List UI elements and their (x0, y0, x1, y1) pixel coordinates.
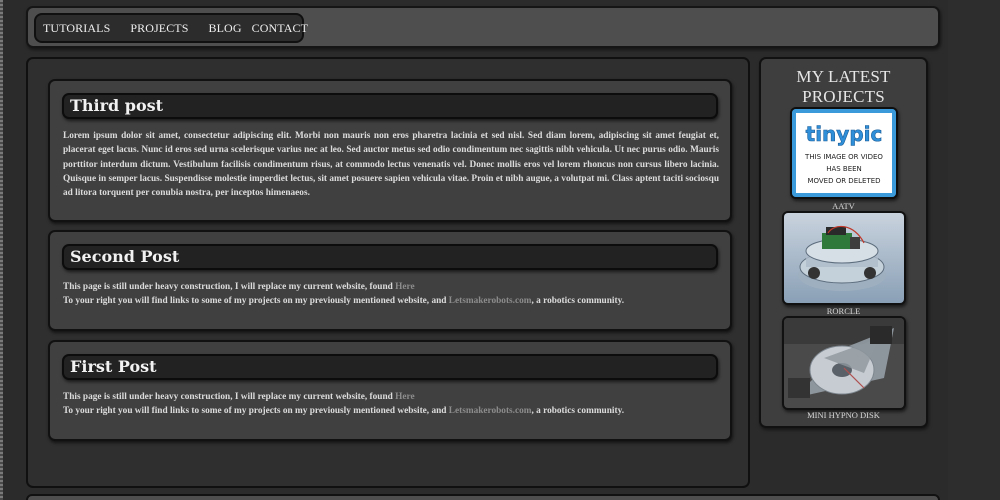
sidebar-title-line: MY LATEST (796, 67, 891, 86)
projects-sidebar: MY LATEST PROJECTS tinypic THIS IMAGE OR… (759, 57, 928, 428)
post-body: This page is still under heavy construct… (63, 280, 719, 309)
here-link[interactable]: Here (395, 282, 414, 292)
placeholder-text: MOVED OR DELETED (807, 177, 880, 185)
project-caption: MINI HYPNO DISK (807, 410, 880, 420)
post-body: Lorem ipsum dolor sit amet, consectetur … (63, 131, 719, 199)
post-title: Third post (62, 93, 718, 119)
main-nav: TUTORIALS PROJECTS BLOG CONTACT (34, 13, 308, 43)
header-bar: TUTORIALS PROJECTS BLOG CONTACT (26, 6, 940, 48)
post-text: To your right you will find links to som… (63, 406, 447, 417)
project-thumbnail-rorcle[interactable] (782, 211, 906, 305)
nav-blog-link[interactable]: BLOG (209, 21, 242, 36)
post-text: , a robotics community. (531, 406, 625, 417)
project-caption: AATV (832, 201, 855, 211)
nav-tutorials-link[interactable]: TUTORIALS (43, 21, 110, 36)
project-thumbnail-mini-hypno-disk[interactable] (782, 316, 906, 410)
sidebar-title: MY LATEST PROJECTS (761, 67, 926, 107)
nav-projects-link[interactable]: PROJECTS (130, 21, 188, 36)
sidebar-title-line: PROJECTS (802, 87, 885, 106)
hypno-disk-photo (784, 318, 904, 408)
main-content: Third post Lorem ipsum dolor sit amet, c… (26, 57, 750, 488)
letsmakerobots-link[interactable]: Letsmakerobots.com (449, 406, 532, 416)
post-text: This page is still under heavy construct… (63, 282, 393, 292)
placeholder-text: THIS IMAGE OR VIDEO (804, 153, 883, 161)
project-caption: RORCLE (826, 306, 861, 316)
post-title: First Post (62, 354, 718, 380)
here-link[interactable]: Here (395, 392, 414, 402)
post-card: First Post This page is still under heav… (48, 340, 732, 441)
post-card: Second Post This page is still under hea… (48, 230, 732, 331)
footer-bar (26, 494, 940, 500)
post-text: This page is still under heavy construct… (63, 392, 393, 402)
letsmakerobots-link[interactable]: Letsmakerobots.com (449, 296, 532, 306)
post-title: Second Post (62, 244, 718, 270)
project-thumbnail-aatv[interactable]: tinypic THIS IMAGE OR VIDEO HAS BEEN MOV… (790, 107, 898, 199)
nav-contact-link[interactable]: CONTACT (252, 21, 308, 36)
post-text: To your right you will find links to som… (63, 296, 447, 307)
robot-photo (784, 213, 904, 303)
placeholder-text: HAS BEEN (826, 165, 862, 173)
page-right-margin (948, 0, 1000, 500)
tinypic-logo: tinypic (806, 122, 883, 146)
tinypic-placeholder-image: tinypic THIS IMAGE OR VIDEO HAS BEEN MOV… (792, 109, 896, 197)
post-body: This page is still under heavy construct… (63, 390, 719, 419)
post-card: Third post Lorem ipsum dolor sit amet, c… (48, 79, 732, 222)
page-left-edge (0, 0, 3, 500)
post-text: , a robotics community. (531, 296, 625, 307)
